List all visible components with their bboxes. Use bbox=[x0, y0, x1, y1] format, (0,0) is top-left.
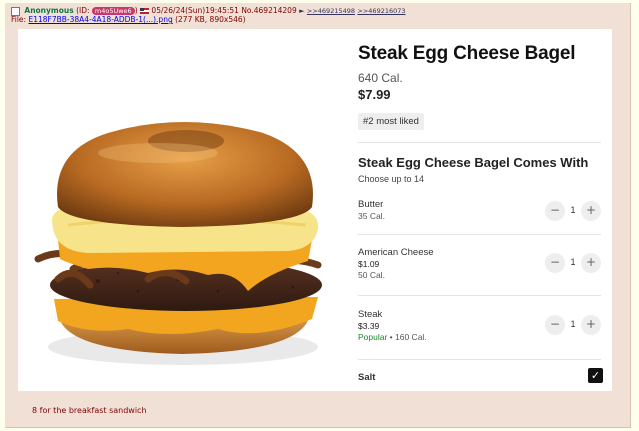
post-menu-arrow-icon[interactable]: ► bbox=[299, 7, 304, 15]
divider bbox=[358, 295, 601, 296]
id-prefix: (ID: bbox=[76, 6, 92, 15]
quote-link[interactable]: >>469215498 bbox=[307, 7, 355, 15]
increase-button[interactable]: + bbox=[581, 315, 601, 335]
file-info-line: File: E118F7BB-38A4-4A18-ADDB-1(...).png… bbox=[11, 15, 246, 24]
comes-with-heading: Steak Egg Cheese Bagel Comes With bbox=[358, 155, 589, 170]
product-title: Steak Egg Cheese Bagel bbox=[358, 43, 576, 64]
decrease-button[interactable]: − bbox=[545, 201, 565, 221]
product-calories: 640 Cal. bbox=[358, 71, 403, 85]
increase-button[interactable]: + bbox=[581, 201, 601, 221]
quantity-value: 1 bbox=[570, 319, 576, 329]
quantity-value: 1 bbox=[570, 257, 576, 267]
poster-name: Anonymous bbox=[24, 6, 74, 15]
salt-label: Salt bbox=[358, 372, 376, 383]
product-screenshot[interactable]: Steak Egg Cheese Bagel 640 Cal. $7.99 #2… bbox=[18, 29, 612, 391]
comes-with-subtitle: Choose up to 14 bbox=[358, 174, 425, 184]
quote-link[interactable]: >>469216073 bbox=[357, 7, 405, 15]
file-link[interactable]: E118F7BB-38A4-4A18-ADDB-1(...).png bbox=[28, 15, 172, 24]
option-calories: • 160 Cal. bbox=[387, 332, 427, 342]
us-flag-icon bbox=[140, 8, 150, 14]
salt-checkbox[interactable]: ✓ bbox=[588, 368, 603, 383]
option-row-steak: Steak $3.39 Popular • 160 Cal. − 1 + bbox=[358, 309, 601, 342]
product-price: $7.99 bbox=[358, 87, 391, 102]
file-meta: (277 KB, 890x546) bbox=[172, 15, 246, 24]
quantity-stepper: − 1 + bbox=[545, 201, 601, 221]
bagel-illustration bbox=[34, 122, 322, 365]
quantity-value: 1 bbox=[570, 205, 576, 215]
most-liked-badge: #2 most liked bbox=[358, 113, 424, 130]
file-label: File: bbox=[11, 15, 29, 24]
post-comment: 8 for the breakfast sandwich bbox=[32, 406, 147, 415]
divider bbox=[358, 142, 601, 143]
option-row-butter: Butter 35 Cal. − 1 + bbox=[358, 199, 601, 221]
post-number[interactable]: No.469214209 bbox=[241, 6, 296, 15]
decrease-button[interactable]: − bbox=[545, 253, 565, 273]
id-suffix: ) bbox=[134, 6, 138, 15]
bagel-image bbox=[18, 29, 342, 391]
decrease-button[interactable]: − bbox=[545, 315, 565, 335]
divider bbox=[358, 359, 601, 360]
increase-button[interactable]: + bbox=[581, 253, 601, 273]
quantity-stepper: − 1 + bbox=[545, 315, 601, 335]
divider bbox=[358, 234, 601, 235]
option-row-american-cheese: American Cheese $1.09 50 Cal. − 1 + bbox=[358, 247, 601, 280]
popular-label: Popular bbox=[358, 332, 388, 342]
quantity-stepper: − 1 + bbox=[545, 253, 601, 273]
poster-id[interactable]: m4o5Uwe6 bbox=[91, 7, 135, 15]
post-datetime: 05/26/24(Sun)19:45:51 bbox=[151, 6, 239, 15]
